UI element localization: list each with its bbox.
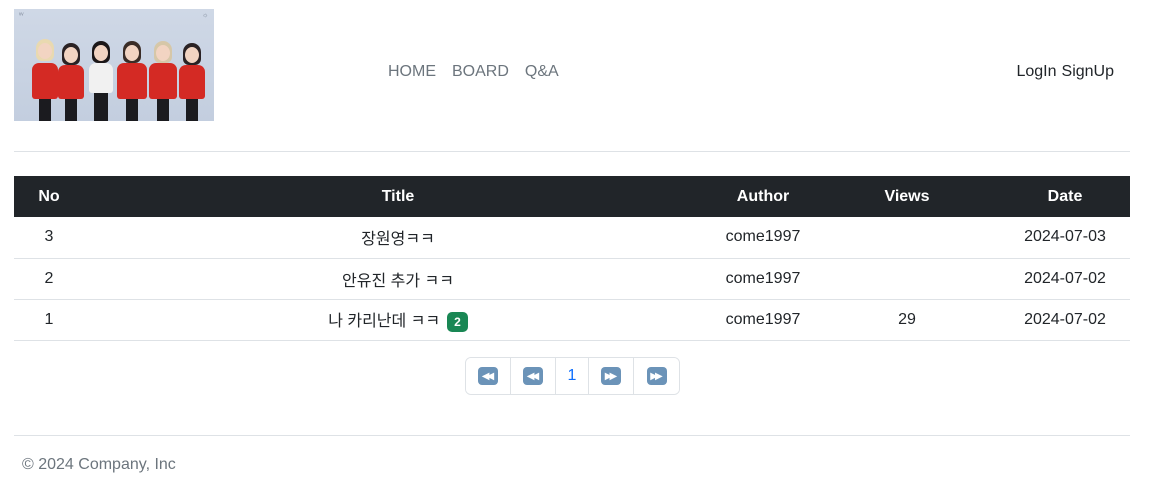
post-author: come1997	[712, 217, 814, 259]
nav-item-board[interactable]: BOARD	[452, 63, 509, 81]
table-row[interactable]: 3 장원영ㅋㅋ come1997 2024-07-03	[14, 217, 1130, 259]
previous-page-button[interactable]: ◀◀	[511, 358, 556, 394]
page-number-button[interactable]: 1	[556, 358, 589, 394]
logo-image[interactable]: ᵛᵛ ☼	[14, 9, 214, 121]
board-table: No Title Author Views Date 3 장원영ㅋㅋ come1…	[14, 176, 1130, 341]
last-page-icon: ▶▶	[646, 367, 667, 385]
column-header-title: Title	[84, 176, 712, 217]
post-title-link[interactable]: 나 카리난데 ㅋㅋ	[328, 313, 440, 330]
column-header-no: No	[14, 176, 84, 217]
nav-item-qna[interactable]: Q&A	[525, 63, 559, 81]
table-header-row: No Title Author Views Date	[14, 176, 1130, 217]
next-page-icon: ▶▶	[601, 367, 621, 385]
post-number: 3	[14, 217, 84, 259]
next-page-button[interactable]: ▶▶	[589, 358, 634, 394]
login-link[interactable]: LogIn	[1016, 63, 1056, 81]
post-title-link[interactable]: 안유진 추가 ㅋㅋ	[342, 273, 454, 290]
post-date: 2024-07-02	[1000, 258, 1130, 300]
column-header-date: Date	[1000, 176, 1130, 217]
post-date: 2024-07-02	[1000, 299, 1130, 341]
post-title-cell: 안유진 추가 ㅋㅋ	[84, 258, 712, 300]
post-date: 2024-07-03	[1000, 217, 1130, 259]
post-views	[814, 217, 1000, 259]
post-author: come1997	[712, 258, 814, 300]
column-header-author: Author	[712, 176, 814, 217]
nav-item-home[interactable]: HOME	[388, 63, 436, 81]
pagination: ◀◀ ◀◀ 1 ▶▶ ▶▶	[465, 357, 680, 395]
comment-count-badge: 2	[447, 311, 468, 332]
site-header: ᵛᵛ ☼ HOME BOARD Q&A LogIn SignUp	[14, 9, 1130, 121]
previous-page-icon: ◀◀	[523, 367, 543, 385]
post-title-cell: 장원영ㅋㅋ	[84, 217, 712, 259]
post-number: 2	[14, 258, 84, 300]
last-page-button[interactable]: ▶▶	[634, 358, 679, 394]
table-row[interactable]: 2 안유진 추가 ㅋㅋ come1997 2024-07-02	[14, 258, 1130, 300]
header-divider	[14, 151, 1130, 152]
first-page-icon: ◀◀	[478, 367, 498, 385]
page: ᵛᵛ ☼ HOME BOARD Q&A LogIn SignUp No Titl…	[0, 0, 1167, 486]
table-row[interactable]: 1 나 카리난데 ㅋㅋ 2 come1997 29 2024-07-02	[14, 299, 1130, 341]
main-nav: HOME BOARD Q&A	[388, 63, 559, 81]
auth-links: LogIn SignUp	[1016, 63, 1114, 81]
first-page-button[interactable]: ◀◀	[466, 358, 511, 394]
footer-divider	[14, 435, 1130, 436]
post-views: 29	[814, 299, 1000, 341]
post-title-link[interactable]: 장원영ㅋㅋ	[361, 231, 435, 248]
column-header-views: Views	[814, 176, 1000, 217]
copyright-text: © 2024 Company, Inc	[22, 456, 176, 473]
post-author: come1997	[712, 299, 814, 341]
post-title-cell: 나 카리난데 ㅋㅋ 2	[84, 299, 712, 341]
post-views	[814, 258, 1000, 300]
signup-link[interactable]: SignUp	[1062, 63, 1114, 81]
post-number: 1	[14, 299, 84, 341]
